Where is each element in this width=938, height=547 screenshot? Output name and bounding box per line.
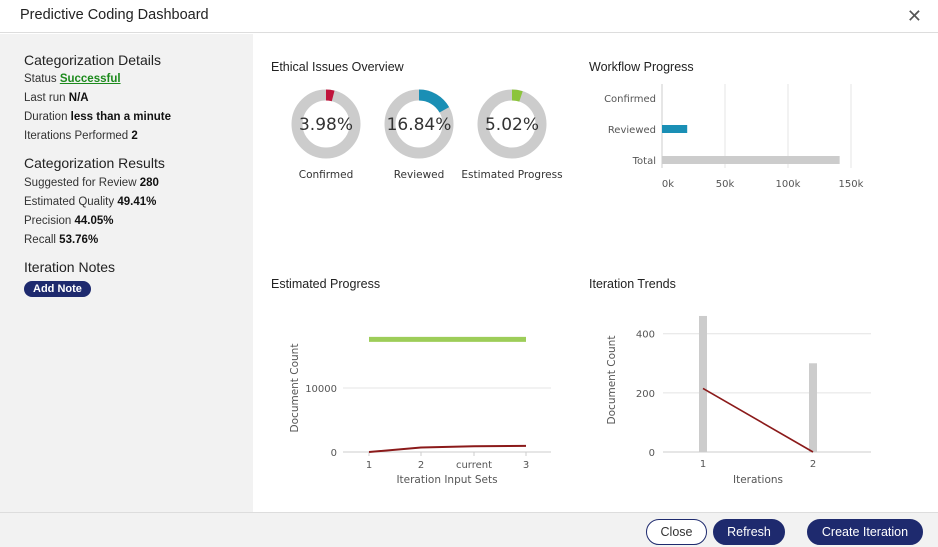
suggested-value: 280 (139, 177, 159, 189)
estimated-series-line (368, 444, 527, 453)
lastrun-row: Last run N/A (24, 92, 89, 104)
workflow-xtick: 0k (662, 179, 674, 190)
trends-ytick: 200 (636, 389, 655, 400)
trends-xlabel: Iterations (733, 474, 783, 486)
estimated-xlabel: Iteration Input Sets (396, 474, 497, 486)
close-icon[interactable]: ✕ (907, 6, 922, 27)
workflow-category-label: Reviewed (608, 125, 656, 136)
workflow-category-label: Total (632, 156, 656, 167)
reviewed-donut-label: Reviewed (394, 169, 445, 181)
main-panel: Ethical Issues Overview Workflow Progres… (253, 34, 938, 512)
quality-value: 49.41% (117, 196, 157, 208)
create-iteration-button[interactable]: Create Iteration (807, 519, 923, 545)
estimated-progress-donut-label: Estimated Progress (461, 169, 562, 181)
trends-bar-2 (809, 363, 817, 452)
status-link[interactable]: Successful (60, 73, 121, 85)
estimated-chart: 0 10000 1 2 current 3 Iteration Input Sets Docu… (289, 336, 551, 486)
lastrun-value: N/A (68, 92, 89, 104)
suggested-label: Suggested for Review (24, 177, 137, 189)
duration-row: Duration less than a minute (24, 111, 171, 123)
workflow-chart: 0k 50k 100k 150k Confirmed Reviewed Total (604, 84, 864, 190)
trends-series-line (702, 387, 814, 453)
trends-chart: 0 200 400 1 2 Iterations Document Count (606, 315, 871, 486)
duration-value: less than a minute (70, 111, 172, 123)
estimated-ytick: 10000 (305, 384, 337, 395)
recall-label: Recall (24, 234, 56, 246)
workflow-xtick: 100k (776, 179, 801, 190)
title-bar: Predictive Coding Dashboard ✕ (0, 0, 938, 33)
lastrun-label: Last run (24, 92, 66, 104)
status-row: Status Successful (24, 73, 121, 85)
workflow-bar-total (662, 156, 840, 164)
duration-label: Duration (24, 111, 68, 123)
precision-label: Precision (24, 215, 72, 227)
workflow-xtick: 50k (716, 179, 735, 190)
sidebar: Categorization Details Status Successful… (0, 34, 253, 512)
quality-row: Estimated Quality 49.41% (24, 196, 156, 208)
trends-ytick: 0 (649, 448, 655, 459)
workflow-category-label: Confirmed (604, 94, 656, 105)
iterations-value: 2 (131, 130, 138, 142)
suggested-row: Suggested for Review 280 (24, 177, 159, 189)
notes-heading: Iteration Notes (24, 259, 116, 275)
details-heading: Categorization Details (24, 52, 161, 68)
estimated-ylabel: Document Count (289, 344, 301, 433)
confirmed-donut-value: 3.98% (299, 115, 353, 135)
add-note-button[interactable]: Add Note (24, 281, 91, 297)
trends-ytick: 400 (636, 330, 655, 341)
estimated-ytick: 0 (331, 448, 337, 459)
iterations-row: Iterations Performed 2 (24, 130, 138, 142)
estimated-xtick: 1 (366, 460, 372, 471)
status-label: Status (24, 73, 57, 85)
estimated-xtick: 3 (523, 460, 529, 471)
iterations-label: Iterations Performed (24, 130, 129, 142)
trends-ylabel: Document Count (606, 336, 618, 425)
precision-value: 44.05% (74, 215, 114, 227)
estimated-progress-donut-value: 5.02% (485, 115, 539, 135)
footer: Close Refresh Create Iteration (0, 512, 938, 547)
trends-xtick: 2 (810, 459, 816, 470)
confirmed-donut-label: Confirmed (299, 169, 354, 181)
recall-row: Recall 53.76% (24, 234, 98, 246)
trends-bar-1 (699, 315, 707, 452)
trends-xtick: 1 (700, 459, 706, 470)
estimated-xtick: current (456, 460, 492, 471)
ethical-donuts: 3.98% Confirmed 16.84% Reviewed 5.02% Estimat… (289, 84, 871, 486)
close-button[interactable]: Close (646, 519, 707, 545)
dialog-title: Predictive Coding Dashboard (20, 7, 209, 23)
reviewed-donut-value: 16.84% (387, 115, 452, 135)
estimated-xtick: 2 (418, 460, 424, 471)
workflow-xtick: 150k (839, 179, 864, 190)
precision-row: Precision 44.05% (24, 215, 114, 227)
recall-value: 53.76% (59, 234, 99, 246)
quality-label: Estimated Quality (24, 196, 115, 208)
results-heading: Categorization Results (24, 155, 165, 171)
workflow-bar-reviewed (662, 125, 688, 133)
refresh-button[interactable]: Refresh (713, 519, 785, 545)
